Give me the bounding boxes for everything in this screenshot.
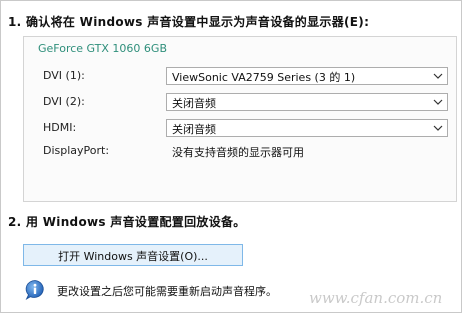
displayport-label: DisplayPort:: [43, 144, 110, 157]
dvi1-select[interactable]: ViewSonic VA2759 Series (3 的 1): [166, 67, 448, 85]
chevron-down-icon: [433, 99, 443, 105]
dvi2-label: DVI (2):: [43, 95, 85, 108]
cfan-watermark: www.cfan.com.cn: [309, 289, 442, 307]
open-windows-sound-settings-button[interactable]: 打开 Windows 声音设置(O)...: [23, 244, 243, 266]
step2-heading: 2. 用 Windows 声音设置配置回放设备。: [8, 215, 246, 229]
restart-hint-text: 更改设置之后您可能需要重新启动声音程序。: [57, 285, 277, 298]
chevron-down-icon: [433, 73, 443, 79]
dvi1-selected-value: ViewSonic VA2759 Series (3 的 1): [172, 71, 356, 84]
nvidia-audio-settings-panel: 1. 确认将在 Windows 声音设置中显示为声音设备的显示器(E): GeF…: [0, 0, 462, 313]
info-icon: [25, 280, 44, 300]
dvi1-label: DVI (1):: [43, 69, 85, 82]
svg-text:www.cfan.com.cn: www.cfan.com.cn: [309, 289, 442, 307]
dvi2-select[interactable]: 关闭音频: [166, 93, 448, 111]
hdmi-label: HDMI:: [43, 121, 77, 134]
gpu-group-title: GeForce GTX 1060 6GB: [38, 42, 167, 55]
chevron-down-icon: [433, 125, 443, 131]
gpu-group-box: GeForce GTX 1060 6GB DVI (1): ViewSonic …: [23, 36, 457, 202]
step1-heading: 1. 确认将在 Windows 声音设置中显示为声音设备的显示器(E):: [8, 15, 370, 29]
hdmi-select[interactable]: 关闭音频: [166, 119, 448, 137]
dvi2-selected-value: 关闭音频: [172, 97, 216, 110]
displayport-status: 没有支持音频的显示器可用: [172, 146, 304, 159]
hdmi-selected-value: 关闭音频: [172, 123, 216, 136]
open-button-label: 打开 Windows 声音设置(O)...: [58, 250, 208, 263]
